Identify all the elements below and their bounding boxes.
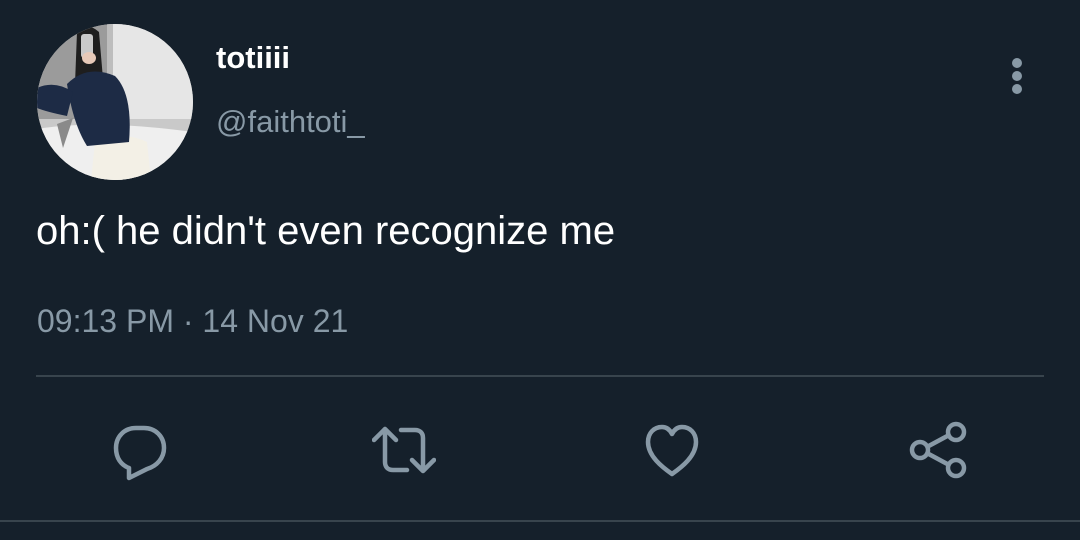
like-button[interactable] bbox=[640, 418, 704, 482]
tweet-card: totiiii @faithtoti_ oh:( he didn't even … bbox=[0, 0, 1080, 540]
avatar-photo bbox=[37, 24, 193, 180]
share-icon bbox=[909, 421, 967, 479]
display-name[interactable]: totiiii bbox=[216, 40, 290, 76]
more-options-button[interactable] bbox=[996, 52, 1038, 98]
tweet-timestamp[interactable]: 09:13 PM · 14 Nov 21 bbox=[37, 302, 348, 340]
share-button[interactable] bbox=[906, 418, 970, 482]
tweet-time: 09:13 PM bbox=[37, 303, 174, 339]
retweet-icon bbox=[372, 426, 436, 474]
meta-separator: · bbox=[173, 303, 203, 339]
reply-icon bbox=[113, 425, 167, 481]
tweet-date: 14 Nov 21 bbox=[202, 303, 349, 339]
bottom-divider bbox=[0, 520, 1080, 522]
reply-button[interactable] bbox=[108, 418, 172, 482]
retweet-button[interactable] bbox=[372, 418, 436, 482]
user-handle[interactable]: @faithtoti_ bbox=[216, 104, 365, 140]
tweet-text: oh:( he didn't even recognize me bbox=[36, 209, 616, 253]
avatar[interactable] bbox=[37, 24, 193, 180]
divider bbox=[36, 375, 1044, 377]
like-icon bbox=[645, 424, 699, 477]
more-vertical-icon bbox=[1012, 58, 1022, 94]
